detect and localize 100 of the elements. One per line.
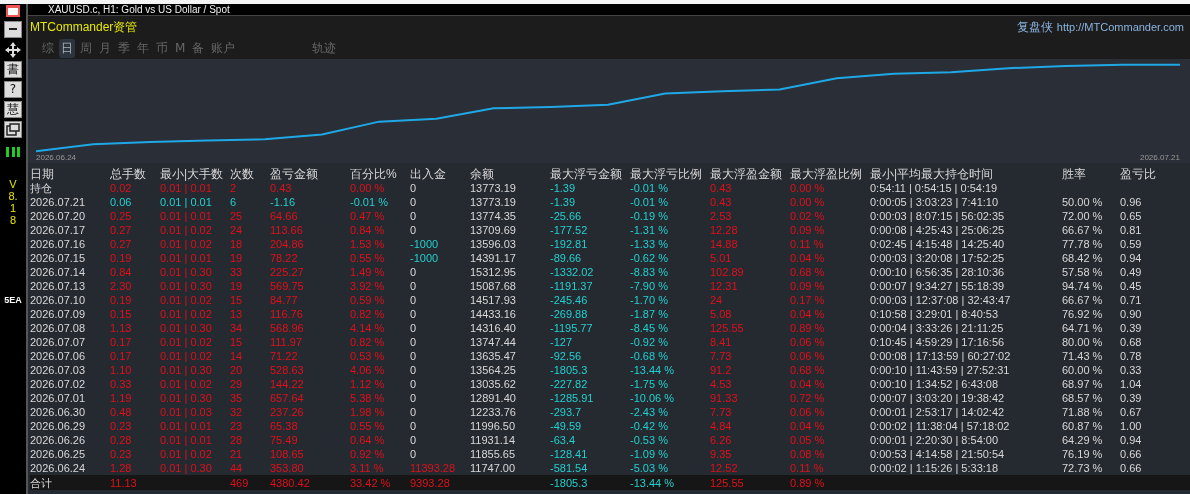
period-tab[interactable]: 综 — [40, 38, 56, 58]
table-cell: -0.53 % — [630, 434, 668, 446]
toolbar-button[interactable]: 書 — [4, 61, 22, 78]
table-cell: 0:00:08 | 4:25:43 | 25:06:25 — [870, 224, 1005, 236]
table-cell: 24 — [230, 224, 243, 236]
table-cell: 0.94 — [1120, 434, 1142, 446]
brand-title: MTCommander资管 — [30, 18, 138, 36]
table-cell: 0.39 — [1120, 392, 1142, 404]
table-cell: 0.04 % — [790, 252, 825, 264]
table-cell: 0.55 % — [350, 252, 385, 264]
windows-icon[interactable] — [4, 121, 22, 138]
table-cell: 13773.19 — [470, 196, 516, 208]
table-cell: 0.66 — [1120, 462, 1142, 474]
table-cell: 353.80 — [270, 462, 304, 474]
column-header: 胜率 — [1062, 167, 1087, 181]
period-tab[interactable]: M — [173, 40, 188, 56]
table-cell: 4.14 % — [350, 322, 385, 334]
table-cell: 1.10 — [110, 364, 132, 376]
table-cell: 0 — [410, 434, 417, 446]
table-cell: 9.35 — [710, 448, 732, 460]
table-cell: 569.75 — [270, 280, 304, 292]
period-tab[interactable]: 备 — [190, 38, 207, 58]
table-cell: 3.11 % — [350, 462, 384, 474]
table-cell: 0 — [410, 210, 417, 222]
table-cell: 13773.19 — [470, 182, 516, 194]
table-cell: 111.97 — [270, 336, 302, 348]
period-tab[interactable]: 账户 — [209, 38, 238, 58]
site-name: 复盘侠 — [1016, 18, 1053, 36]
table-cell: 0.27 — [110, 238, 132, 250]
table-cell: 0:00:02 | 1:15:26 | 5:33:18 — [870, 462, 999, 474]
table-cell: 657.64 — [270, 392, 304, 404]
table-cell: 14391.17 — [470, 252, 516, 264]
toolbar-button[interactable]: ? — [4, 81, 22, 98]
table-cell: 0 — [410, 448, 417, 460]
period-tab[interactable]: 季 — [116, 38, 132, 58]
period-tab[interactable]: 月 — [97, 38, 113, 58]
table-cell: 1.12 % — [350, 378, 385, 390]
table-cell: -0.42 % — [630, 420, 668, 432]
table-cell: 0.89 % — [790, 476, 825, 489]
table-cell: 0:00:10 | 11:43:59 | 27:52:31 — [870, 364, 1010, 376]
table-cell: 0.00 % — [350, 182, 385, 194]
table-cell: 0.17 — [110, 336, 132, 348]
table-cell: 0:00:04 | 3:33:26 | 21:11:25 — [870, 322, 1004, 334]
table-cell: 13596.03 — [470, 238, 516, 250]
table-cell: 0.17 — [110, 350, 132, 362]
table-cell: -1191.37 — [550, 280, 593, 292]
table-cell: 0 — [410, 294, 417, 306]
table-cell: 11.13 — [110, 476, 137, 489]
period-tab[interactable]: 币 — [154, 38, 170, 58]
table-cell: 15 — [230, 336, 243, 348]
table-cell: 35 — [230, 392, 243, 404]
table-cell: 0.84 % — [350, 224, 385, 236]
table-cell: -0.68 % — [630, 350, 668, 362]
toolbar-button[interactable]: 慧 — [4, 101, 22, 118]
table-cell: -63.4 — [550, 434, 576, 446]
period-tab[interactable]: 年 — [135, 38, 151, 58]
table-cell: 28 — [230, 434, 243, 446]
table-cell: 0.84 — [110, 266, 132, 278]
table-cell: 4.84 — [710, 420, 732, 432]
table-cell: 0:00:07 | 3:03:20 | 19:38:42 — [870, 392, 1005, 404]
table-cell: 64.29 % — [1062, 434, 1103, 446]
column-header: 盈亏比 — [1120, 167, 1157, 181]
table-cell: 1.19 — [110, 392, 132, 404]
table-cell: 0:54:11 | 0:54:15 | 0:54:19 — [870, 182, 998, 194]
table-cell: -1.39 — [550, 182, 576, 194]
table-cell: 3.92 % — [350, 280, 385, 292]
table-cell: 0.43 — [270, 182, 292, 194]
table-cell: 0.04 % — [790, 308, 825, 320]
table-cell: 64.66 — [270, 210, 298, 222]
table-cell: 0.94 — [1120, 252, 1142, 264]
move-icon[interactable] — [4, 41, 22, 58]
period-tab[interactable]: 轨迹 — [310, 38, 339, 58]
table-cell: 0.01 | 0.30 — [160, 280, 212, 292]
table-cell: 14316.40 — [470, 322, 516, 334]
table-cell: 0 — [410, 308, 417, 320]
table-cell: 71.22 — [270, 350, 298, 362]
table-cell: 13747.44 — [470, 336, 516, 348]
period-tab[interactable]: 日 — [59, 38, 75, 58]
site-link[interactable]: http://MTCommander.com — [1056, 21, 1184, 33]
table-cell: -0.19 % — [630, 210, 668, 222]
table-cell: 0 — [410, 196, 417, 208]
period-tab[interactable]: 周 — [78, 38, 94, 58]
table-cell: -127 — [550, 336, 573, 348]
minimize-icon[interactable] — [4, 21, 22, 38]
table-cell: 32 — [230, 406, 243, 418]
table-cell: -177.52 — [550, 224, 588, 236]
table-cell: 0 — [410, 322, 417, 334]
table-cell: -293.7 — [550, 406, 582, 418]
table-cell: 0.01 | 0.30 — [160, 392, 212, 404]
table-cell: 72.73 % — [1062, 462, 1103, 474]
table-cell: 80.00 % — [1062, 336, 1103, 348]
table-cell: -0.01 % — [630, 196, 668, 208]
table-cell: -13.44 % — [630, 364, 675, 376]
table-cell: 2026.07.02 — [30, 378, 86, 390]
table-cell: 50.00 % — [1062, 196, 1103, 208]
table-cell: 0 — [410, 266, 417, 278]
table-cell: 14 — [230, 350, 243, 362]
table-cell: 0:02:45 | 4:15:48 | 14:25:40 — [870, 238, 1005, 250]
table-cell: -92.56 — [550, 350, 582, 362]
table-cell: 0:00:03 | 3:20:08 | 17:52:25 — [870, 252, 1005, 264]
